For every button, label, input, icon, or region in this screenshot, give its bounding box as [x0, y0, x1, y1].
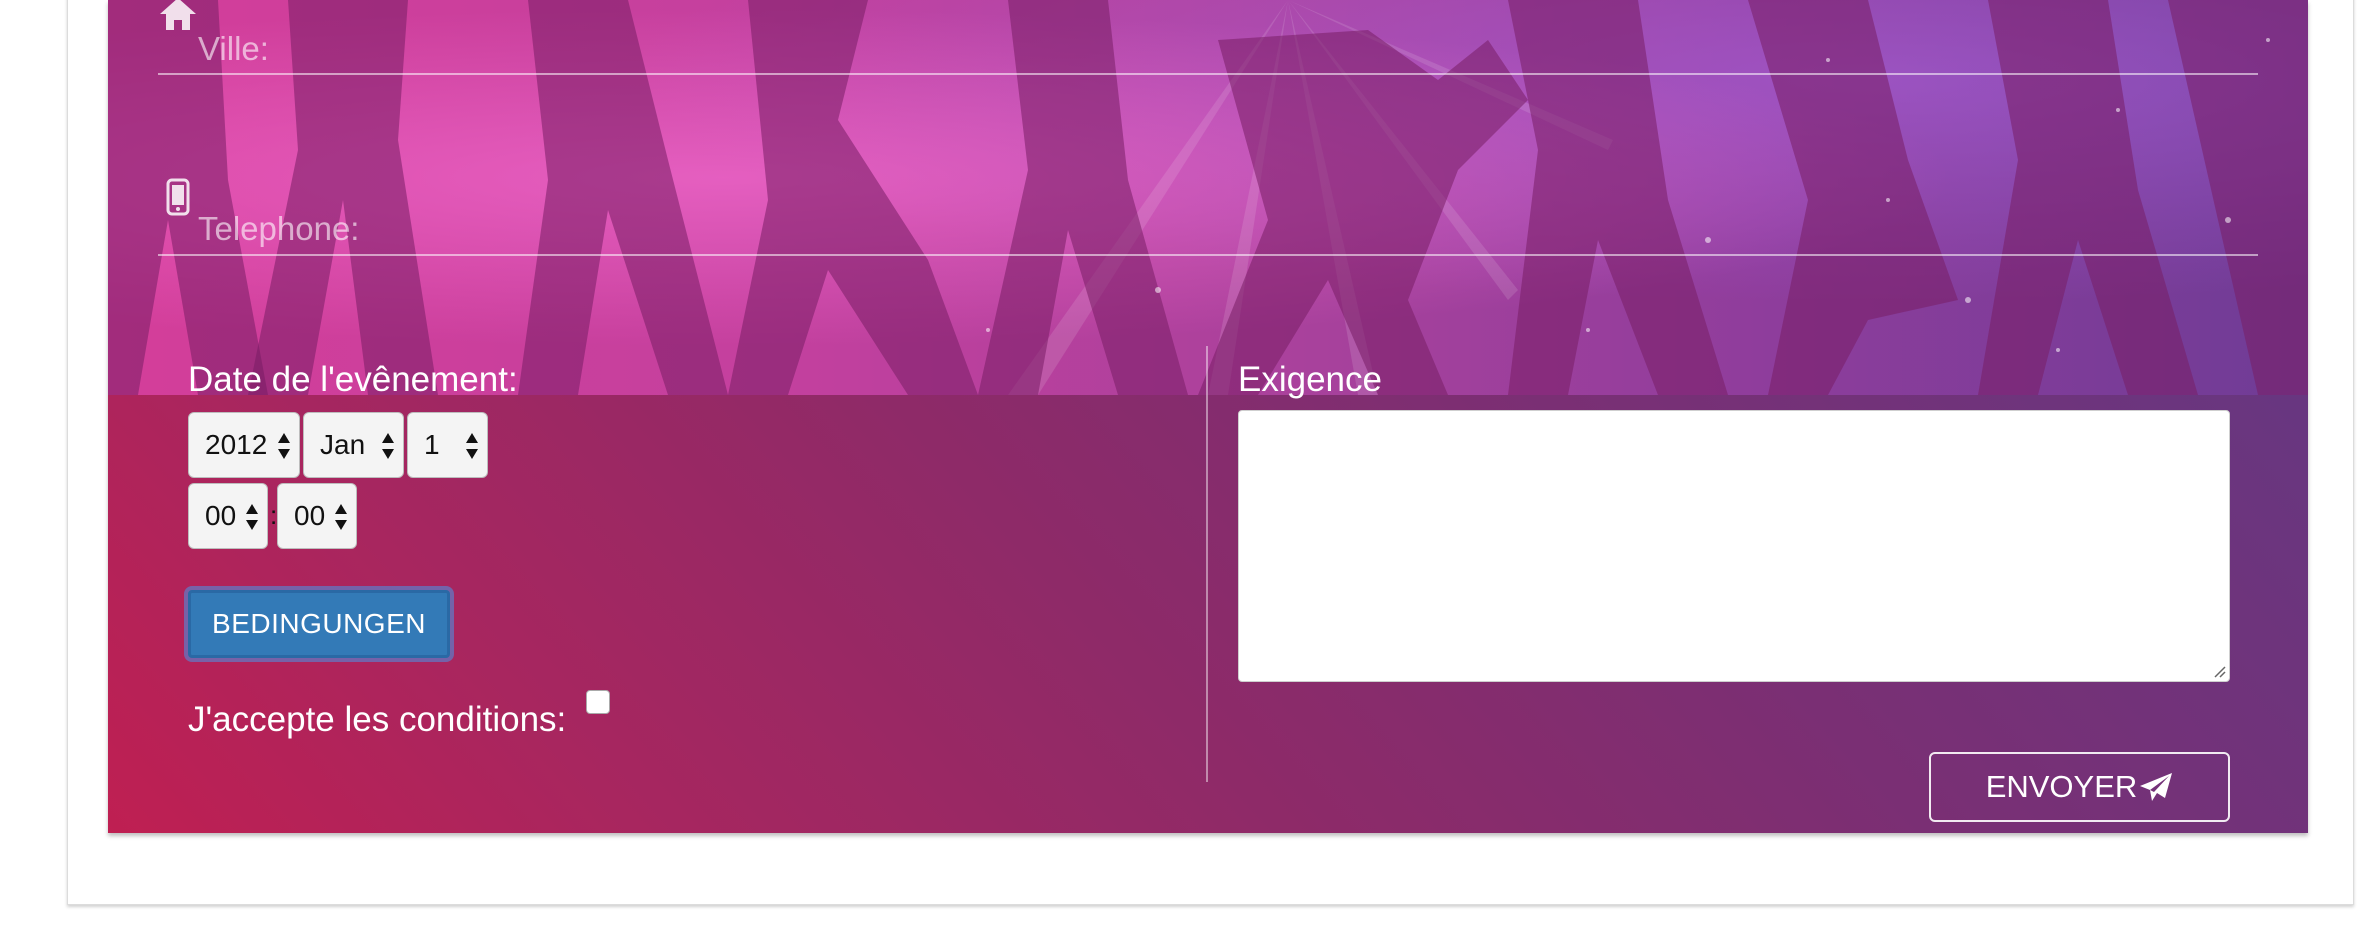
- event-form-banner: Ville: Telephone: Date de l'evênement: 2…: [108, 0, 2308, 833]
- select-arrows-icon: [382, 433, 394, 459]
- day-select-value: 1: [424, 429, 440, 460]
- day-select[interactable]: 1: [407, 412, 488, 478]
- hour-select-value: 00: [205, 500, 237, 531]
- minute-select[interactable]: 00: [277, 483, 357, 549]
- event-date-label: Date de l'evênement:: [188, 360, 518, 399]
- column-divider: [1206, 346, 1208, 782]
- conditions-button[interactable]: BEDINGUNGEN: [188, 590, 450, 658]
- year-select-value: 2012: [205, 429, 268, 460]
- hour-select[interactable]: 00: [188, 483, 268, 549]
- exigence-label: Exigence: [1238, 360, 1382, 399]
- month-select-value: Jan: [320, 429, 366, 460]
- accept-conditions-checkbox[interactable]: [586, 690, 610, 714]
- paper-plane-icon: [2140, 773, 2173, 801]
- telephone-underline: [158, 254, 2258, 256]
- submit-button[interactable]: ENVOYER: [1929, 752, 2230, 822]
- select-arrows-icon: [335, 504, 347, 530]
- select-arrows-icon: [466, 433, 478, 459]
- ville-field[interactable]: Ville:: [158, 0, 2258, 76]
- exigence-textarea[interactable]: [1238, 410, 2230, 682]
- home-icon: [158, 0, 198, 37]
- ville-label: Ville:: [198, 30, 269, 67]
- ville-underline: [158, 73, 2258, 75]
- mobile-phone-icon: [166, 178, 190, 221]
- submit-button-label: ENVOYER: [1985, 769, 2138, 804]
- minute-select-value: 00: [294, 500, 326, 531]
- select-arrows-icon: [246, 504, 258, 530]
- month-select[interactable]: Jan: [303, 412, 404, 478]
- year-select[interactable]: 2012: [188, 412, 300, 478]
- accept-conditions-label: J'accepte les conditions:: [188, 700, 567, 739]
- telephone-field[interactable]: Telephone:: [158, 170, 2258, 260]
- resize-handle-icon[interactable]: [2212, 664, 2226, 678]
- select-arrows-icon: [278, 433, 290, 459]
- telephone-label: Telephone:: [198, 210, 360, 247]
